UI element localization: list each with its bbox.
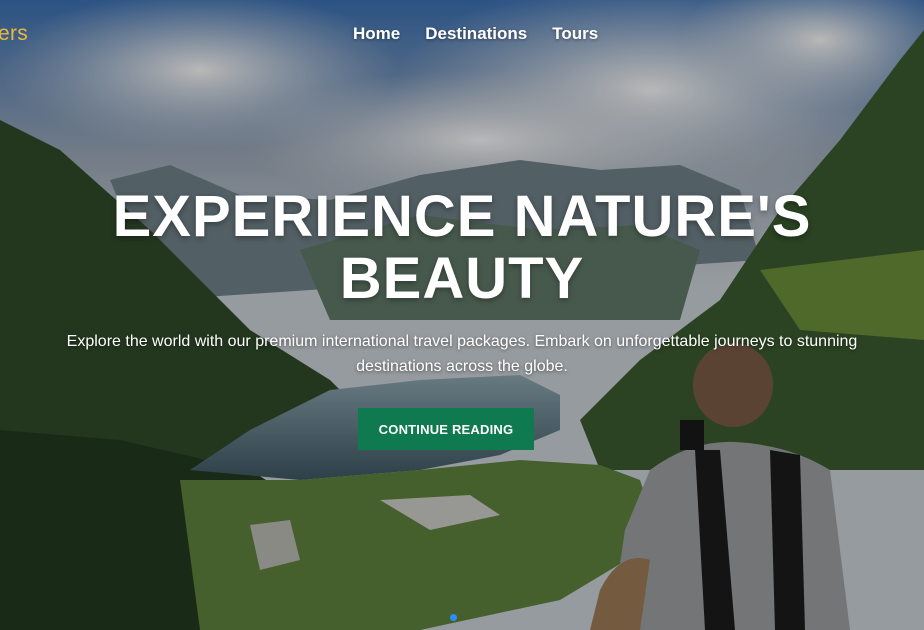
hero-headline: EXPERIENCE NATURE'S BEAUTY	[0, 186, 924, 310]
carousel-indicators	[450, 614, 457, 621]
hero-subtitle: Explore the world with our premium inter…	[66, 333, 858, 375]
continue-reading-button[interactable]: CONTINUE READING	[358, 408, 534, 450]
nav-link-home[interactable]: Home	[353, 24, 400, 44]
carousel-dot-active[interactable]	[450, 614, 457, 621]
main-nav: Home Destinations Tours	[353, 24, 598, 44]
nav-link-destinations[interactable]: Destinations	[425, 24, 527, 44]
hero-headline-line-2: BEAUTY	[339, 246, 585, 311]
nav-link-tours[interactable]: Tours	[552, 24, 598, 44]
hero-headline-line-1: EXPERIENCE NATURE'S	[112, 184, 812, 249]
brand-logo-text[interactable]: ers	[0, 22, 28, 46]
hero-overlay	[0, 0, 924, 630]
hero-banner: ers Home Destinations Tours EXPERIENCE N…	[0, 0, 924, 630]
